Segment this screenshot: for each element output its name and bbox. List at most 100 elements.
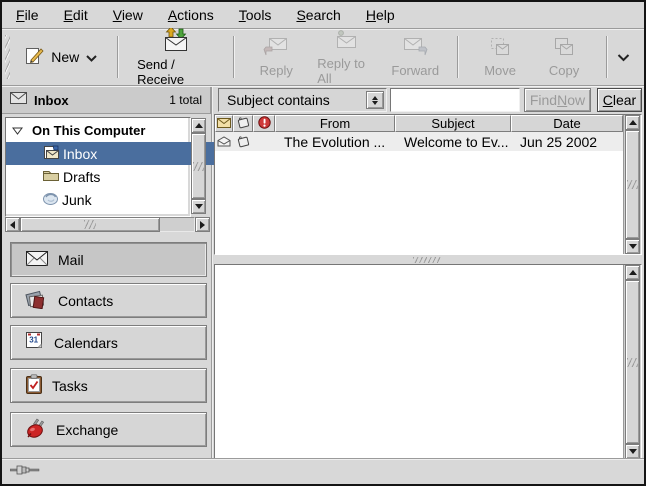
toolbar-overflow-chevron[interactable] <box>617 53 630 62</box>
folder-tree-vertical-scrollbar[interactable] <box>191 118 208 214</box>
scrollbar-thumb[interactable] <box>625 130 640 239</box>
folder-tree-panel: On This Computer Inbox <box>4 116 210 233</box>
online-status-plug-icon[interactable] <box>10 463 42 481</box>
switcher-calendars-button[interactable]: 31 Calendars <box>10 325 207 360</box>
compose-new-icon <box>25 46 44 68</box>
preview-vertical-scrollbar[interactable] <box>623 265 641 459</box>
menu-search[interactable]: Search <box>296 7 340 23</box>
menu-tools[interactable]: Tools <box>239 7 272 23</box>
scrollbar-thumb[interactable] <box>625 280 640 444</box>
column-header-importance[interactable] <box>253 115 275 132</box>
folder-title-bar[interactable]: Inbox 1 total <box>2 87 211 114</box>
exchange-plug-icon <box>25 418 47 442</box>
list-preview-splitter[interactable] <box>212 255 642 264</box>
folder-tree-horizontal-scrollbar[interactable] <box>5 217 210 233</box>
switcher-mail-button[interactable]: Mail <box>10 242 207 277</box>
new-dropdown-chevron-icon[interactable] <box>86 49 97 65</box>
search-bar: Subject contains Find Now Clear <box>212 87 642 114</box>
menu-view[interactable]: View <box>113 7 143 23</box>
expander-triangle-icon[interactable] <box>12 123 23 138</box>
message-list-vertical-scrollbar[interactable] <box>623 115 641 254</box>
scroll-down-button[interactable] <box>625 444 640 459</box>
message-subject: Welcome to Ev... <box>395 134 511 150</box>
reply-label: Reply <box>260 63 293 78</box>
search-filter-value: Subject contains <box>227 92 330 108</box>
menu-file[interactable]: File <box>16 7 39 23</box>
reply-to-all-label: Reply to All <box>317 56 374 86</box>
switcher-exchange-button[interactable]: Exchange <box>10 412 207 447</box>
copy-button[interactable]: Copy <box>532 34 596 80</box>
column-header-date[interactable]: Date <box>511 115 623 132</box>
status-envelope-icon <box>217 116 231 131</box>
menu-edit[interactable]: Edit <box>64 7 88 23</box>
toolbar-separator <box>233 36 234 78</box>
scroll-right-button[interactable] <box>195 217 210 232</box>
new-button-label: New <box>51 49 79 65</box>
search-filter-dropdown[interactable]: Subject contains <box>218 88 387 112</box>
scrollbar-thumb[interactable] <box>191 133 206 199</box>
message-date: Jun 25 2002 <box>511 134 623 150</box>
reply-to-all-button[interactable]: Reply to All <box>308 27 383 88</box>
dropdown-arrow-icon[interactable] <box>366 91 384 109</box>
scroll-left-button[interactable] <box>5 217 20 232</box>
reply-to-all-icon <box>333 29 359 54</box>
menu-help[interactable]: Help <box>366 7 395 23</box>
toolbar: New Send / Receive <box>2 29 644 86</box>
menubar: File Edit View Actions Tools Search Help <box>2 2 644 29</box>
switcher-label: Mail <box>58 252 84 268</box>
scroll-up-button[interactable] <box>625 265 640 280</box>
clear-button[interactable]: Clear <box>597 88 642 112</box>
search-input[interactable] <box>390 88 520 112</box>
find-now-button[interactable]: Find Now <box>524 88 591 112</box>
evolution-window: File Edit View Actions Tools Search Help… <box>0 0 646 486</box>
copy-icon <box>551 36 577 61</box>
send-receive-icon <box>162 28 190 55</box>
tree-item-label: Drafts <box>63 169 100 185</box>
importance-exclamation-icon <box>258 116 271 132</box>
column-header-flag[interactable] <box>233 115 253 132</box>
toolbar-separator <box>606 36 607 78</box>
scroll-down-button[interactable] <box>191 199 206 214</box>
reply-button[interactable]: Reply <box>244 34 308 80</box>
tree-root-on-this-computer[interactable]: On This Computer <box>6 119 194 142</box>
switcher-tasks-button[interactable]: Tasks <box>10 368 207 403</box>
scroll-up-button[interactable] <box>625 115 640 130</box>
current-folder-title: Inbox <box>34 93 69 108</box>
calendar-icon: 31 <box>25 331 45 354</box>
column-header-subject[interactable]: Subject <box>395 115 511 132</box>
inbox-folder-icon <box>42 145 60 163</box>
scroll-up-button[interactable] <box>191 118 206 133</box>
switcher-contacts-button[interactable]: Contacts <box>10 283 207 318</box>
tag-icon <box>236 116 250 132</box>
toolbar-separator <box>117 36 118 78</box>
toolbar-drag-handle[interactable] <box>5 35 10 79</box>
message-preview-pane <box>214 264 642 460</box>
status-bar <box>2 459 644 484</box>
copy-label: Copy <box>549 63 579 78</box>
folder-tree: On This Computer Inbox <box>6 118 188 214</box>
tree-item-label: Junk <box>62 192 92 208</box>
splitter-grip[interactable] <box>413 257 441 263</box>
new-button[interactable]: New <box>15 40 107 74</box>
message-row[interactable]: The Evolution ... Welcome to Ev... Jun 2… <box>215 132 623 151</box>
move-button[interactable]: Move <box>468 34 532 80</box>
column-header-from[interactable]: From <box>275 115 395 132</box>
switcher-label: Exchange <box>56 422 118 438</box>
svg-text:31: 31 <box>29 336 38 345</box>
scroll-down-button[interactable] <box>625 239 640 254</box>
folder-message-count: 1 total <box>169 93 202 107</box>
forward-label: Forward <box>391 63 439 78</box>
message-from: The Evolution ... <box>275 134 395 150</box>
tree-root-label: On This Computer <box>32 123 145 138</box>
send-receive-button[interactable]: Send / Receive <box>128 26 223 89</box>
tasks-icon <box>25 374 43 398</box>
message-tag-icon <box>233 135 253 148</box>
scrollbar-thumb[interactable] <box>20 217 160 232</box>
forward-icon <box>402 36 428 61</box>
column-header-status[interactable] <box>215 115 233 132</box>
switcher-label: Tasks <box>52 378 88 394</box>
forward-button[interactable]: Forward <box>383 34 447 80</box>
inbox-envelope-icon <box>10 91 27 109</box>
menu-actions[interactable]: Actions <box>168 7 214 23</box>
send-receive-label: Send / Receive <box>137 57 214 87</box>
